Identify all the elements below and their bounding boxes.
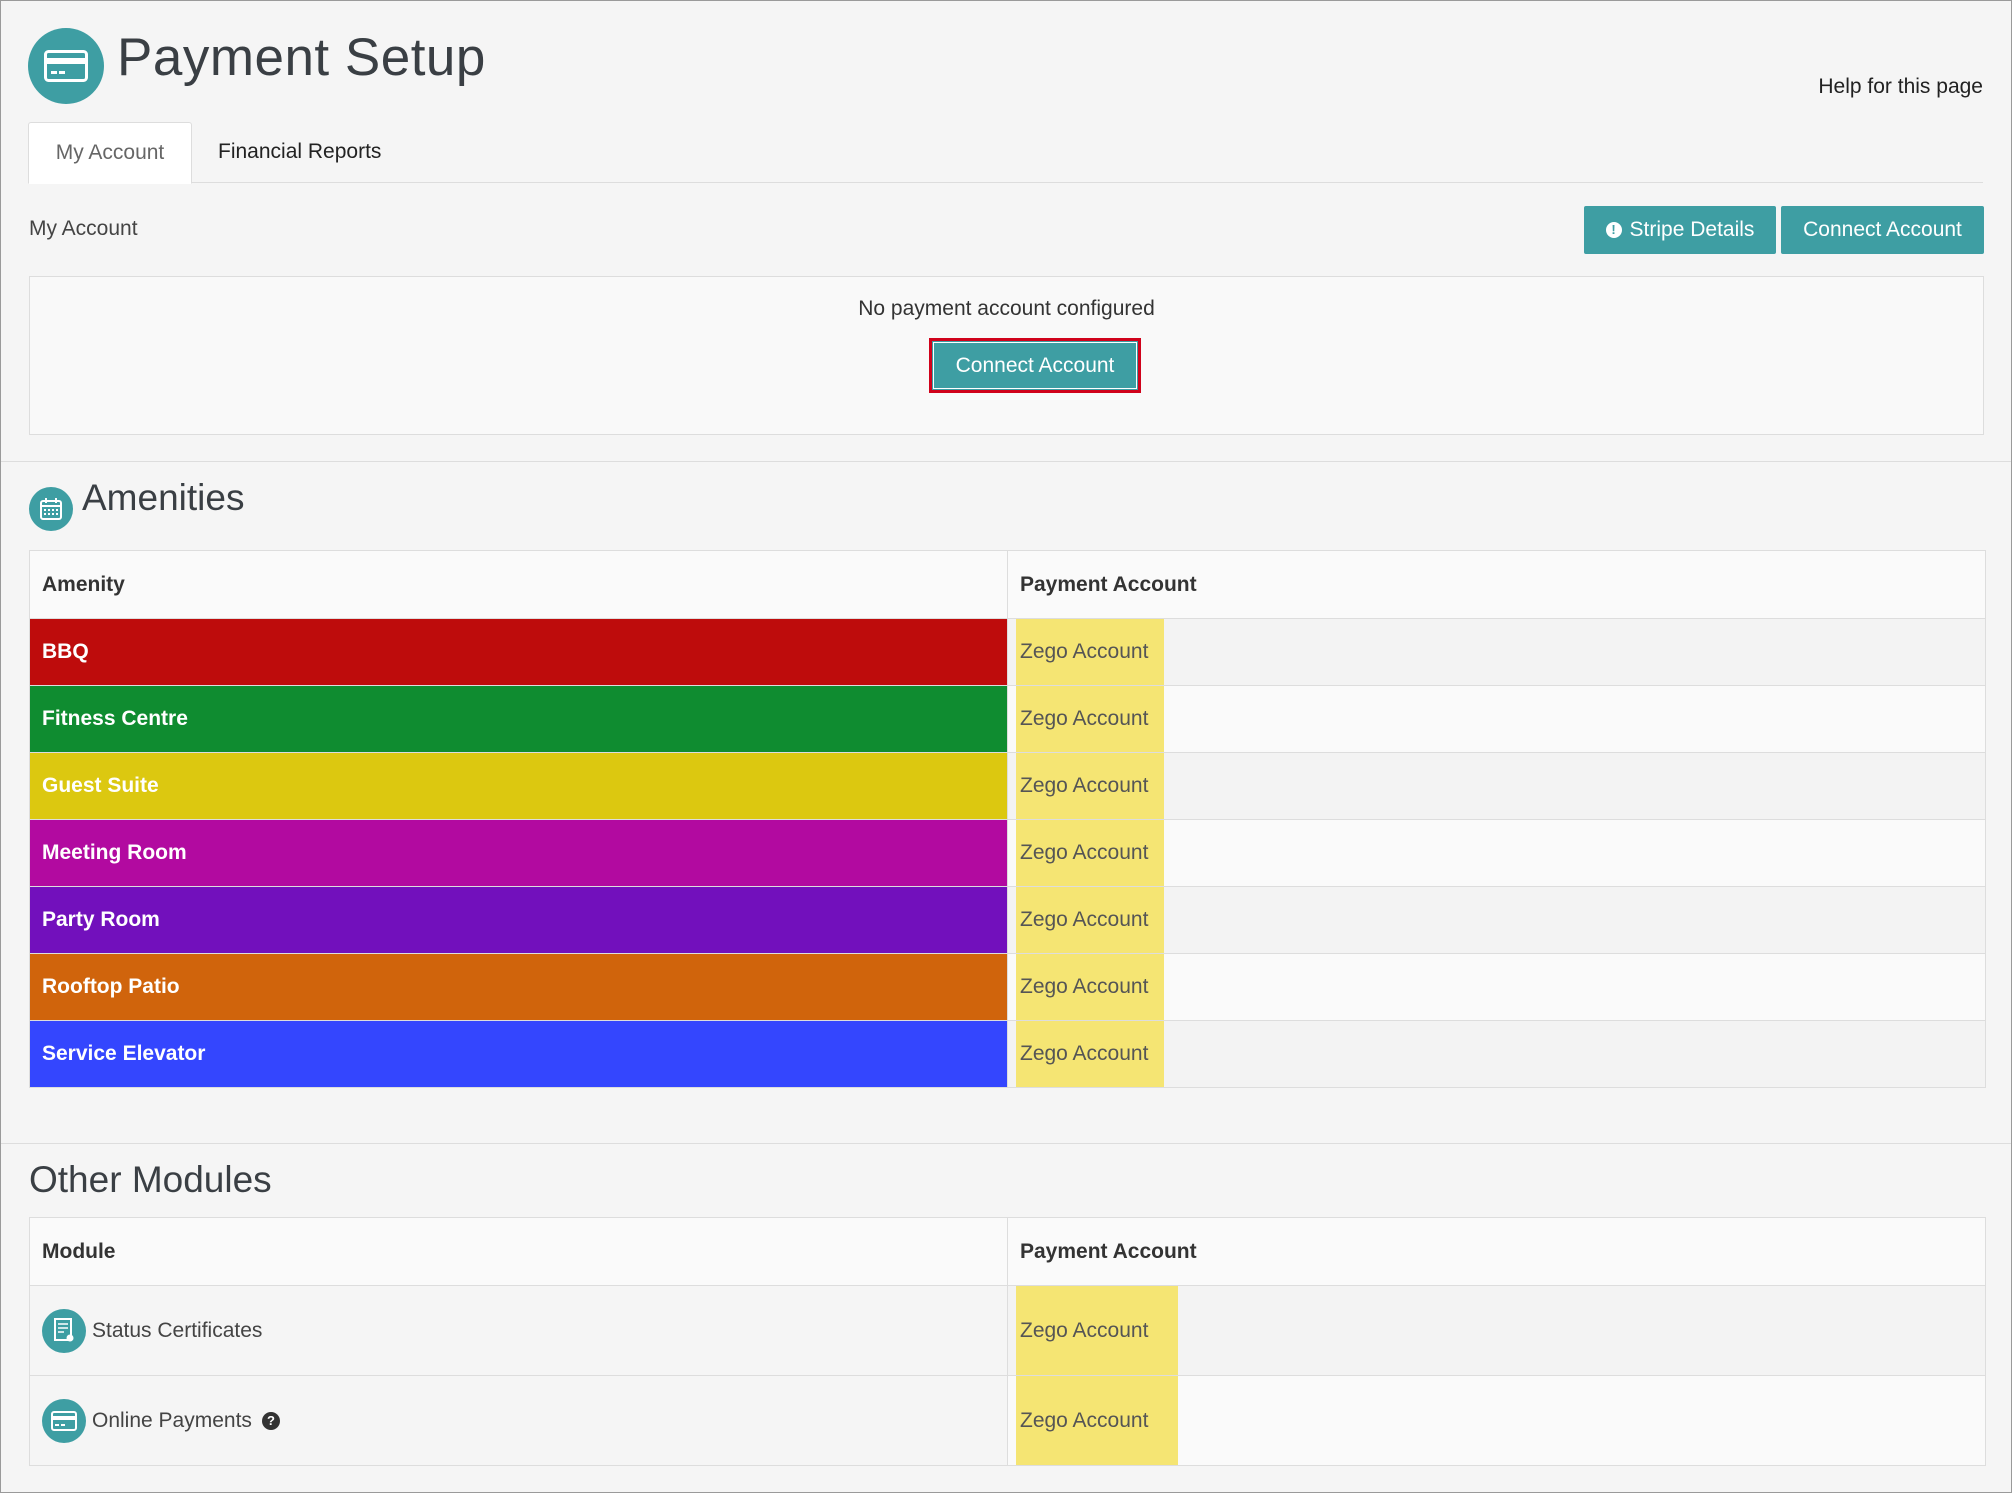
payment-account-cell: Zego Account [1007,1375,1986,1466]
module-cell: Status Certificates [29,1285,1008,1376]
amenity-name: Service Elevator [29,1020,1008,1088]
payment-account-value: Zego Account [1016,619,1164,685]
amenities-title: Amenities [82,477,245,518]
module-cell: Online Payments ? [29,1375,1008,1466]
connect-account-button-top[interactable]: Connect Account [1781,206,1984,254]
column-header-module: Module [29,1217,1008,1286]
payment-account-value: Zego Account [1016,1021,1164,1087]
page: Payment Setup Help for this page My Acco… [0,0,2012,1493]
amenity-name: Fitness Centre [29,685,1008,753]
tab-bar: My Account Financial Reports [28,122,1983,184]
column-header-payment-account: Payment Account [1007,550,1986,619]
table-row: Status Certificates Zego Account [29,1285,1986,1376]
help-link[interactable]: Help for this page [1818,75,1983,99]
payment-account-cell: Zego Account [1007,1285,1986,1376]
connect-account-button[interactable]: Connect Account [929,338,1141,393]
section-divider [1,1143,2011,1144]
tab-my-account[interactable]: My Account [28,122,192,184]
payment-account-value: Zego Account [1016,1286,1178,1375]
credit-card-icon [42,1398,86,1443]
payment-account-value: Zego Account [1016,686,1164,752]
table-row: Meeting Room Zego Account [29,819,1986,887]
amenities-table: Amenity Payment Account BBQ Zego Account F… [29,550,1986,1088]
payment-account-value: Zego Account [1016,954,1164,1020]
payment-account-cell: Zego Account [1007,685,1986,753]
section-label-my-account: My Account [29,217,138,240]
info-icon: ! [1605,222,1622,238]
account-panel: No payment account configured Connect Ac… [29,276,1984,435]
table-row: Rooftop Patio Zego Account [29,953,1986,1021]
table-row: Guest Suite Zego Account [29,752,1986,820]
table-row: Online Payments ? Zego Account [29,1375,1986,1466]
table-row: Service Elevator Zego Account [29,1020,1986,1088]
calendar-icon [29,487,73,531]
payment-account-value: Zego Account [1016,753,1164,819]
module-name: Online Payments [92,1408,252,1432]
amenity-name: Meeting Room [29,819,1008,887]
payment-account-cell: Zego Account [1007,819,1986,887]
help-icon[interactable]: ? [261,1411,280,1430]
page-title: Payment Setup [117,28,486,87]
payment-account-value: Zego Account [1016,887,1164,953]
amenity-name: Guest Suite [29,752,1008,820]
payment-account-cell: Zego Account [1007,752,1986,820]
payment-account-cell: Zego Account [1007,1020,1986,1088]
payment-account-cell: Zego Account [1007,886,1986,954]
table-row: Party Room Zego Account [29,886,1986,954]
section-divider [1,461,2011,462]
credit-card-icon [28,28,104,104]
payment-account-value: Zego Account [1016,1376,1178,1465]
modules-table: Module Payment Account Status Certificat… [29,1217,1986,1466]
tab-financial-reports[interactable]: Financial Reports [218,122,381,182]
table-row: BBQ Zego Account [29,618,1986,686]
column-header-payment-account: Payment Account [1007,1217,1986,1286]
column-header-amenity: Amenity [29,550,1008,619]
other-modules-title: Other Modules [29,1159,272,1200]
payment-account-cell: Zego Account [1007,618,1986,686]
amenity-name: Rooftop Patio [29,953,1008,1021]
stripe-details-button[interactable]: ! Stripe Details [1584,206,1776,254]
no-account-message: No payment account configured [858,297,1155,320]
amenity-name: Party Room [29,886,1008,954]
amenity-name: BBQ [29,618,1008,686]
payment-account-cell: Zego Account [1007,953,1986,1021]
stripe-details-label: Stripe Details [1629,218,1755,241]
table-row: Fitness Centre Zego Account [29,685,1986,753]
certificate-icon [42,1308,86,1353]
module-name: Status Certificates [92,1318,263,1342]
payment-account-value: Zego Account [1016,820,1164,886]
